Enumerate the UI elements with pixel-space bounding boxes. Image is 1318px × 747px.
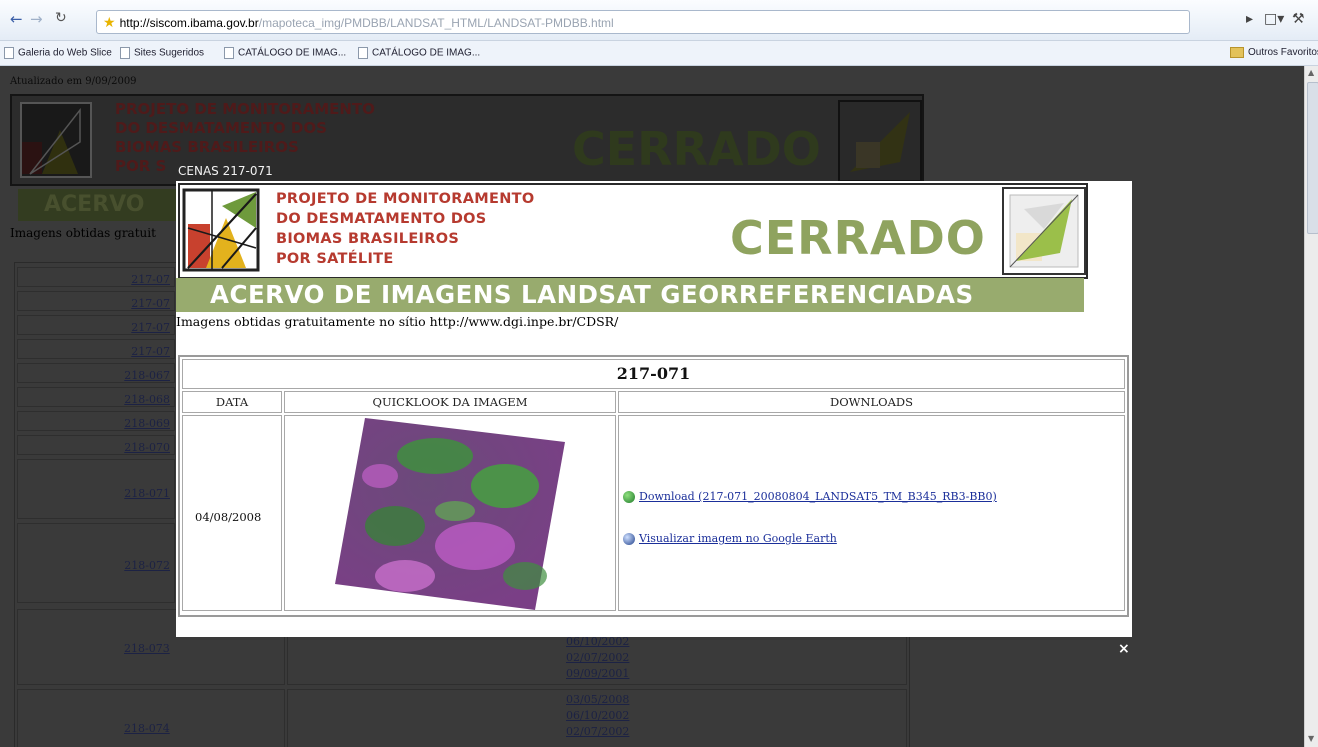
scroll-up-icon[interactable]: ▲ (1308, 68, 1314, 77)
back-icon[interactable]: ← (10, 10, 23, 28)
bg-scene-link[interactable]: 218-073 (124, 642, 170, 655)
page-icon (224, 47, 234, 59)
bg-scene-link[interactable]: 218-071 (124, 487, 170, 500)
bg-logo-left (20, 102, 92, 178)
updated-date: Atualizado em 9/09/2009 (10, 76, 137, 87)
header-quicklook: QUICKLOOK DA IMAGEM (284, 391, 616, 413)
bg-date-link[interactable]: 06/10/2002 (288, 708, 906, 724)
bg-scene-link[interactable]: 218-069 (124, 417, 170, 430)
page-icon (120, 47, 130, 59)
bg-scene-link[interactable]: 218-074 (124, 722, 170, 735)
bg-scene-link[interactable]: 217-07 (131, 273, 170, 286)
lightbox: PROJETO DE MONITORAMENTO DO DESMATAMENTO… (176, 181, 1132, 637)
bg-scene-link[interactable]: 218-068 (124, 393, 170, 406)
globe-icon (623, 491, 635, 503)
reload-icon[interactable]: ↻ (55, 10, 67, 26)
bg-banner: PROJETO DE MONITORAMENTO DO DESMATAMENTO… (10, 94, 924, 186)
imagens-source-text: Imagens obtidas gratuitamente no sítio h… (176, 314, 619, 329)
forward-icon[interactable]: → (30, 10, 43, 28)
bg-scene-row: 217-07 (17, 291, 175, 311)
scene-date: 04/08/2008 (195, 510, 262, 524)
bg-scene-link[interactable]: 217-07 (131, 345, 170, 358)
bg-cerrado-title: CERRADO (572, 122, 821, 176)
bg-scene-row: 217-07 (17, 339, 175, 359)
project-title: PROJETO DE MONITORAMENTO DO DESMATAMENTO… (276, 191, 535, 267)
scene-code: 217-071 (182, 359, 1125, 389)
page-menu-icon[interactable]: □▾ (1264, 11, 1284, 27)
bg-scene-row: 218-069 (17, 411, 175, 431)
address-bar[interactable]: ★ http://siscom.ibama.gov.br/mapoteca_img… (96, 10, 1190, 34)
other-favorites[interactable]: Outros Favoritos (1230, 47, 1318, 58)
acervo-header: ACERVO DE IMAGENS LANDSAT GEORREFERENCIA… (176, 278, 1084, 312)
page-icon (4, 47, 14, 59)
bookmark-catalogo-2[interactable]: CATÁLOGO DE IMAG... (358, 47, 480, 59)
bg-scene-row: 218-068 (17, 387, 175, 407)
page-icon (358, 47, 368, 59)
url-host: http://siscom.ibama.gov.br (119, 16, 259, 30)
bg-scene-row: 218-071 (17, 459, 175, 519)
lightbox-title: CENAS 217-071 (178, 164, 273, 178)
bg-scene-link[interactable]: 217-07 (131, 321, 170, 334)
bg-scene-link[interactable]: 218-067 (124, 369, 170, 382)
bg-imagens-text: Imagens obtidas gratuit (10, 226, 156, 240)
close-icon[interactable]: × (1118, 641, 1130, 657)
bg-scene-row: 218-074 (17, 689, 285, 747)
bookmark-sites-sugeridos[interactable]: Sites Sugeridos (120, 47, 204, 59)
header-downloads: DOWNLOADS (618, 391, 1125, 413)
bg-scene-row: 218-067 (17, 363, 175, 383)
cerrado-title: CERRADO (730, 211, 986, 265)
scroll-thumb[interactable] (1307, 82, 1318, 234)
header-data: DATA (182, 391, 282, 413)
bg-date-link[interactable]: 02/07/2002 (288, 724, 906, 740)
scene-table: 217-071 DATA QUICKLOOK DA IMAGEM DOWNLOA… (178, 355, 1129, 617)
bg-scene-row: 217-07 (17, 315, 175, 335)
bg-scene-row: 218-072 (17, 523, 175, 603)
bookmark-web-slice[interactable]: Galeria do Web Slice (4, 47, 112, 59)
bg-date-link[interactable]: 02/07/2002 (288, 650, 906, 666)
bg-scene-row: 217-07 (17, 267, 175, 287)
bg-scene-row: 218-070 (17, 435, 175, 455)
google-earth-icon (623, 533, 635, 545)
date-cell: 04/08/2008 (182, 415, 282, 611)
google-earth-link[interactable]: Visualizar imagem no Google Earth (623, 532, 837, 545)
bg-scene-link[interactable]: 218-070 (124, 441, 170, 454)
wrench-icon[interactable]: ⚒ (1292, 11, 1305, 27)
browser-toolbar: ← → ↻ ★ http://siscom.ibama.gov.br/mapote… (0, 0, 1318, 41)
bg-logo-right (838, 100, 922, 182)
bg-acervo-header: ACERVO (18, 189, 178, 221)
bg-date-link[interactable]: 09/09/2001 (288, 666, 906, 682)
play-icon[interactable]: ▸ (1246, 11, 1253, 27)
scroll-down-icon[interactable]: ▼ (1308, 734, 1314, 743)
downloads-cell: Download (217-071_20080804_LANDSAT5_TM_B… (618, 415, 1125, 611)
quicklook-cell (284, 415, 616, 611)
scrollbar[interactable]: ▲ ▼ (1304, 66, 1318, 747)
bg-scene-link[interactable]: 218-072 (124, 559, 170, 572)
folder-icon (1230, 47, 1244, 58)
bookmark-catalogo-1[interactable]: CATÁLOGO DE IMAG... (224, 47, 346, 59)
project-logo-left (182, 188, 260, 272)
bg-date-link[interactable]: 03/05/2008 (288, 692, 906, 708)
star-icon[interactable]: ★ (97, 14, 120, 30)
cerrado-logo (1002, 187, 1086, 275)
bg-scene-link[interactable]: 217-07 (131, 297, 170, 310)
bookmarks-bar: Galeria do Web Slice Sites Sugeridos CAT… (0, 41, 1318, 66)
quicklook-image[interactable] (285, 416, 615, 610)
download-link[interactable]: Download (217-071_20080804_LANDSAT5_TM_B… (623, 490, 997, 503)
project-banner: PROJETO DE MONITORAMENTO DO DESMATAMENTO… (178, 183, 1088, 279)
url-path: /mapoteca_img/PMDBB/LANDSAT_HTML/LANDSAT… (258, 16, 614, 30)
bg-date-cell: 03/05/2008 06/10/2002 02/07/2002 (287, 689, 907, 747)
